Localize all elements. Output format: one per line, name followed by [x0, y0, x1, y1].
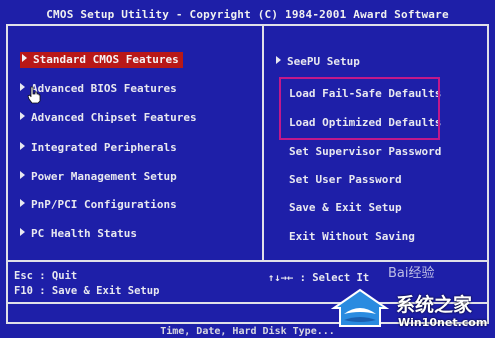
menu-item-advanced-bios-features[interactable]: Advanced BIOS Features: [20, 81, 177, 97]
triangle-right-icon: [20, 199, 25, 207]
annotation-highlight-box: [279, 77, 440, 140]
f10-save-hint: F10 : Save & Exit Setup: [14, 285, 160, 297]
triangle-right-icon: [22, 54, 27, 62]
baidu-watermark: Bai经验: [388, 266, 435, 281]
triangle-right-icon: [20, 228, 25, 236]
brand-watermark: 系统之家: [396, 294, 473, 316]
menu-item-pnp-pci-configurations[interactable]: PnP/PCI Configurations: [20, 197, 177, 213]
menu-item-set-supervisor-password[interactable]: Set Supervisor Password: [289, 144, 441, 160]
house-logo-icon: [330, 288, 390, 327]
site-watermark: Win10net.com: [398, 316, 488, 329]
menu-item-save-exit-setup[interactable]: Save & Exit Setup: [289, 200, 402, 216]
menu-item-advanced-chipset-features[interactable]: Advanced Chipset Features: [20, 110, 197, 126]
triangle-right-icon: [20, 83, 25, 91]
navigation-hint: ↑↓→← : Select It: [268, 272, 370, 284]
menu-item-exit-without-saving[interactable]: Exit Without Saving: [289, 229, 415, 245]
menu-item-seepu-setup[interactable]: SeePU Setup: [276, 54, 360, 70]
triangle-right-icon: [20, 171, 25, 179]
menu-item-power-management-setup[interactable]: Power Management Setup: [20, 169, 177, 185]
hand-cursor-icon: [27, 86, 41, 104]
menu-item-standard-cmos-features[interactable]: Standard CMOS Features: [20, 52, 183, 68]
column-divider: [262, 26, 264, 260]
menu-item-integrated-peripherals[interactable]: Integrated Peripherals: [20, 140, 177, 156]
triangle-right-icon: [276, 56, 281, 64]
triangle-right-icon: [20, 142, 25, 150]
menu-item-set-user-password[interactable]: Set User Password: [289, 172, 402, 188]
triangle-right-icon: [20, 112, 25, 120]
menu-item-pc-health-status[interactable]: PC Health Status: [20, 226, 137, 242]
window-title: CMOS Setup Utility - Copyright (C) 1984-…: [46, 8, 449, 21]
esc-quit-hint: Esc : Quit: [14, 270, 78, 282]
